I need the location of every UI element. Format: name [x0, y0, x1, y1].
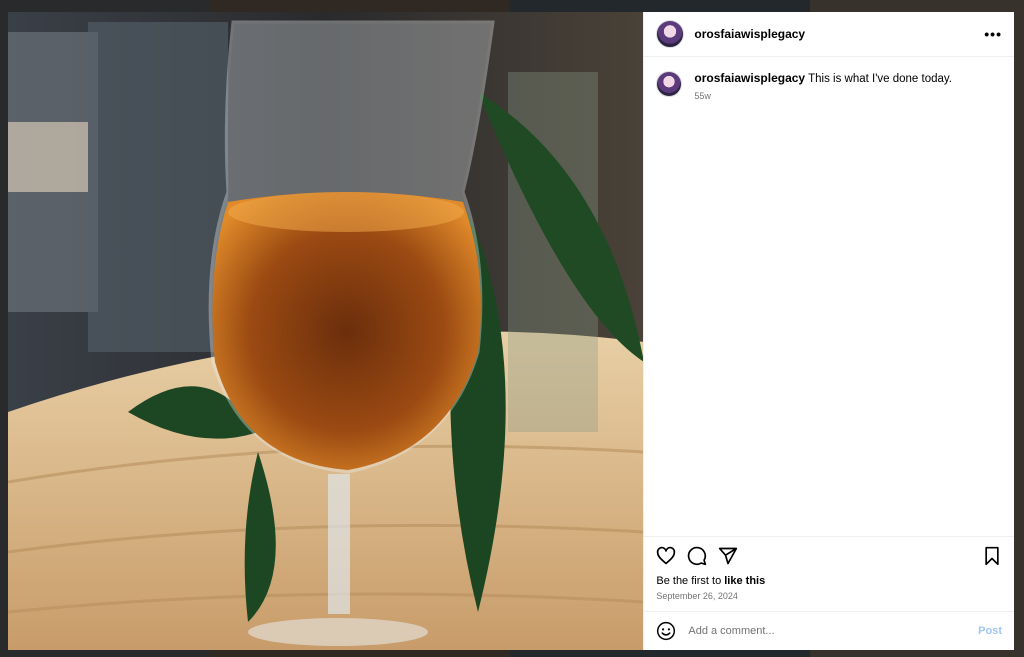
comments-section: orosfaiawisplegacy This is what I've don…	[644, 57, 1014, 536]
caption-text: This is what I've done today.	[808, 73, 952, 85]
emoji-icon[interactable]	[656, 621, 676, 641]
caption: orosfaiawisplegacy This is what I've don…	[656, 71, 1002, 103]
more-horizontal-icon[interactable]: •••	[984, 26, 1002, 42]
bookmark-icon[interactable]	[982, 546, 1002, 566]
add-comment-bar: Post	[644, 611, 1014, 650]
post-date[interactable]: September 26, 2024	[644, 587, 1014, 611]
caption-body: orosfaiawisplegacy This is what I've don…	[694, 71, 952, 103]
like-this-link[interactable]: like this	[724, 575, 765, 587]
heart-icon[interactable]	[656, 546, 676, 566]
comment-input[interactable]	[686, 624, 979, 638]
post-header: orosfaiawisplegacy •••	[644, 12, 1014, 57]
post-photo[interactable]	[8, 12, 644, 650]
likes-prefix: Be the first to	[656, 575, 725, 587]
header-username[interactable]: orosfaiawisplegacy	[694, 27, 805, 41]
caption-time[interactable]: 55w	[694, 89, 952, 103]
comment-icon[interactable]	[687, 546, 707, 566]
post-button[interactable]: Post	[978, 625, 1002, 637]
post-modal: orosfaiawisplegacy ••• orosfaiawisplegac…	[8, 12, 1014, 650]
caption-avatar[interactable]	[656, 71, 683, 97]
avatar[interactable]	[656, 20, 685, 48]
photo-image	[8, 12, 644, 650]
likes-text: Be the first to like this	[644, 575, 1014, 587]
post-side-panel: orosfaiawisplegacy ••• orosfaiawisplegac…	[643, 12, 1014, 650]
share-icon[interactable]	[718, 546, 738, 566]
action-bar	[644, 536, 1014, 575]
caption-username[interactable]: orosfaiawisplegacy	[694, 71, 805, 85]
